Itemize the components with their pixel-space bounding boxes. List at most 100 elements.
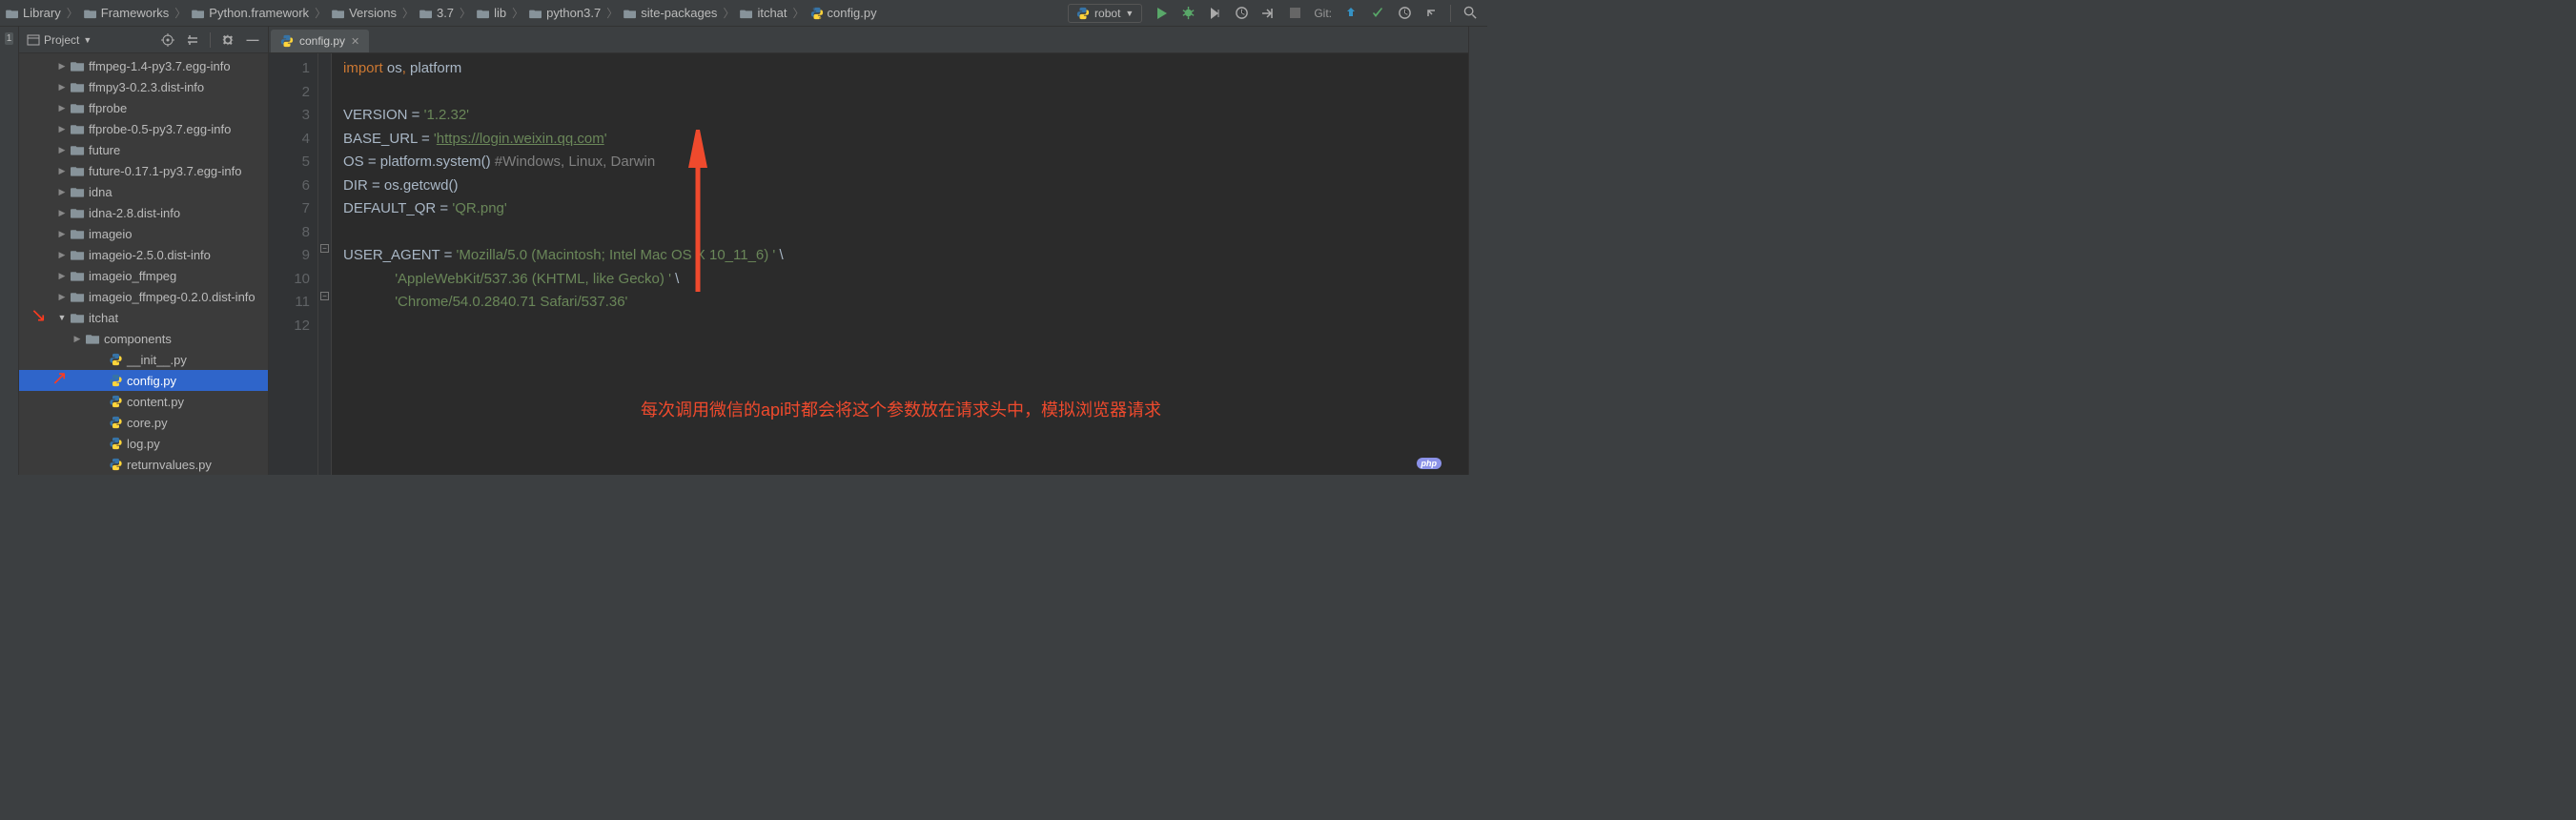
line-number: 11 [269,291,310,315]
editor-area: config.py ✕ 123456789101112 − − import o… [269,27,1468,475]
tree-item---init---py[interactable]: __init__.py [19,349,268,370]
crumb-label: itchat [757,6,787,20]
tree-item-log-py[interactable]: log.py [19,433,268,454]
close-icon[interactable]: ✕ [351,35,359,48]
tree-item-core-py[interactable]: core.py [19,412,268,433]
debug-button[interactable] [1180,6,1196,21]
tree-item-returnvalues-py[interactable]: returnvalues.py [19,454,268,475]
tree-arrow-icon[interactable]: ▶ [57,61,67,72]
project-panel-title[interactable]: Project ▼ [27,33,160,47]
chevron-right-icon: 〉 [603,5,622,21]
line-number: 3 [269,104,310,128]
crumb-label: python3.7 [546,6,601,20]
line-number: 7 [269,197,310,221]
tree-item-content-py[interactable]: content.py [19,391,268,412]
tree-arrow-icon[interactable]: ▶ [57,229,67,239]
php-badge: php [1417,458,1442,469]
crumb-pythonframework[interactable]: Python.framework [192,6,309,20]
tree-item-config-py[interactable]: config.py [19,370,268,391]
toolbar-right: robot ▼ Git: [1068,4,1482,23]
tab-label: config.py [299,34,345,48]
tree-item-ffprobe-0-5-py3-7-egg-info[interactable]: ▶ffprobe-0.5-py3.7.egg-info [19,118,268,139]
tree-item-label: imageio_ffmpeg [89,269,176,283]
project-tool-tab[interactable]: 1 [5,32,14,45]
chevron-right-icon: 〉 [719,5,738,21]
tree-item-label: future-0.17.1-py3.7.egg-info [89,164,241,178]
crumb-sitepackages[interactable]: site-packages [624,6,717,20]
crumb-itchat[interactable]: itchat [740,6,787,20]
run-button[interactable] [1154,6,1169,21]
tree-item-ffmpy3-0-2-3-dist-info[interactable]: ▶ffmpy3-0.2.3.dist-info [19,76,268,97]
crumb-lib[interactable]: lib [477,6,506,20]
stop-button[interactable] [1287,6,1302,21]
crumb-label: Library [23,6,61,20]
locate-button[interactable] [160,32,175,48]
git-commit-button[interactable] [1370,6,1385,21]
tree-arrow-icon[interactable]: ▶ [57,250,67,260]
tree-arrow-icon[interactable]: ▶ [57,124,67,134]
line-number: 1 [269,57,310,81]
line-number: 2 [269,81,310,105]
tree-arrow-icon[interactable]: ▶ [57,166,67,176]
crumb-label: 3.7 [437,6,454,20]
coverage-button[interactable] [1207,6,1222,21]
tree-arrow-icon[interactable]: ▶ [57,292,67,302]
crumb-versions[interactable]: Versions [332,6,397,20]
run-config-selector[interactable]: robot ▼ [1068,4,1142,23]
breadcrumb: Library〉 Frameworks〉 Python.framework〉 V… [6,5,1068,21]
attach-button[interactable] [1260,6,1276,21]
tree-arrow-icon[interactable]: ▶ [57,271,67,281]
tree-item-label: idna-2.8.dist-info [89,206,180,220]
tree-arrow-icon[interactable]: ▶ [57,208,67,218]
git-update-button[interactable] [1343,6,1359,21]
fold-marker[interactable]: − [320,292,329,300]
tree-item-itchat[interactable]: ▼itchat [19,307,268,328]
git-revert-button[interactable] [1423,6,1439,21]
crumb-37[interactable]: 3.7 [419,6,454,20]
profile-button[interactable] [1234,6,1249,21]
tree-item-imageio[interactable]: ▶ imageio [19,223,268,244]
tree-arrow-icon[interactable]: ▶ [57,145,67,155]
tree-item-label: future [89,143,120,157]
tree-item-label: imageio [89,227,133,241]
gear-icon[interactable] [220,32,235,48]
tree-item-ffmpeg-1-4-py3-7-egg-info[interactable]: ▶ffmpeg-1.4-py3.7.egg-info [19,55,268,76]
tree-item-label: ffprobe [89,101,127,115]
tree-item-imageio-ffmpeg[interactable]: ▶ imageio_ffmpeg [19,265,268,286]
editor-tabs: config.py ✕ [269,27,1468,53]
annotation-text: 每次调用微信的api时都会将这个参数放在请求头中，模拟浏览器请求 [641,397,1161,421]
tree-item-idna[interactable]: ▶idna [19,181,268,202]
tree-item-label: imageio_ffmpeg-0.2.0.dist-info [89,290,256,304]
hide-button[interactable]: — [245,32,260,48]
git-history-button[interactable] [1397,6,1412,21]
search-button[interactable] [1462,6,1478,21]
tree-item-idna-2-8-dist-info[interactable]: ▶ idna-2.8.dist-info [19,202,268,223]
tree-item-future[interactable]: ▶ future [19,139,268,160]
crumb-frameworks[interactable]: Frameworks [84,6,170,20]
tree-arrow-icon[interactable]: ▼ [57,313,67,322]
tree-arrow-icon[interactable]: ▶ [57,82,67,92]
tree-item-imageio-2-5-0-dist-info[interactable]: ▶imageio-2.5.0.dist-info [19,244,268,265]
tree-item-future-0-17-1-py3-7-egg-info[interactable]: ▶ future-0.17.1-py3.7.egg-info [19,160,268,181]
tree-item-imageio-ffmpeg-0-2-0-dist-info[interactable]: ▶ imageio_ffmpeg-0.2.0.dist-info [19,286,268,307]
tree-item-components[interactable]: ▶components [19,328,268,349]
line-number: 5 [269,151,310,174]
tree-item-ffprobe[interactable]: ▶ ffprobe [19,97,268,118]
code-editor[interactable]: 123456789101112 − − import os, platform … [269,53,1468,475]
git-label: Git: [1314,7,1332,20]
project-tree[interactable]: ▶ffmpeg-1.4-py3.7.egg-info▶ffmpy3-0.2.3.… [19,53,268,475]
fold-marker[interactable]: − [320,244,329,253]
line-number: 4 [269,128,310,152]
tree-arrow-icon[interactable]: ▶ [72,334,82,344]
expand-button[interactable] [185,32,200,48]
tab-config-py[interactable]: config.py ✕ [271,30,369,52]
crumb-python37[interactable]: python3.7 [529,6,601,20]
crumb-library[interactable]: Library [6,6,61,20]
tree-arrow-icon[interactable]: ▶ [57,103,67,113]
tree-arrow-icon[interactable]: ▶ [57,187,67,197]
line-number: 12 [269,315,310,338]
top-toolbar: Library〉 Frameworks〉 Python.framework〉 V… [0,0,1487,27]
tree-item-label: core.py [127,416,168,430]
chevron-right-icon: 〉 [311,5,330,21]
crumb-configpy[interactable]: config.py [810,6,877,20]
